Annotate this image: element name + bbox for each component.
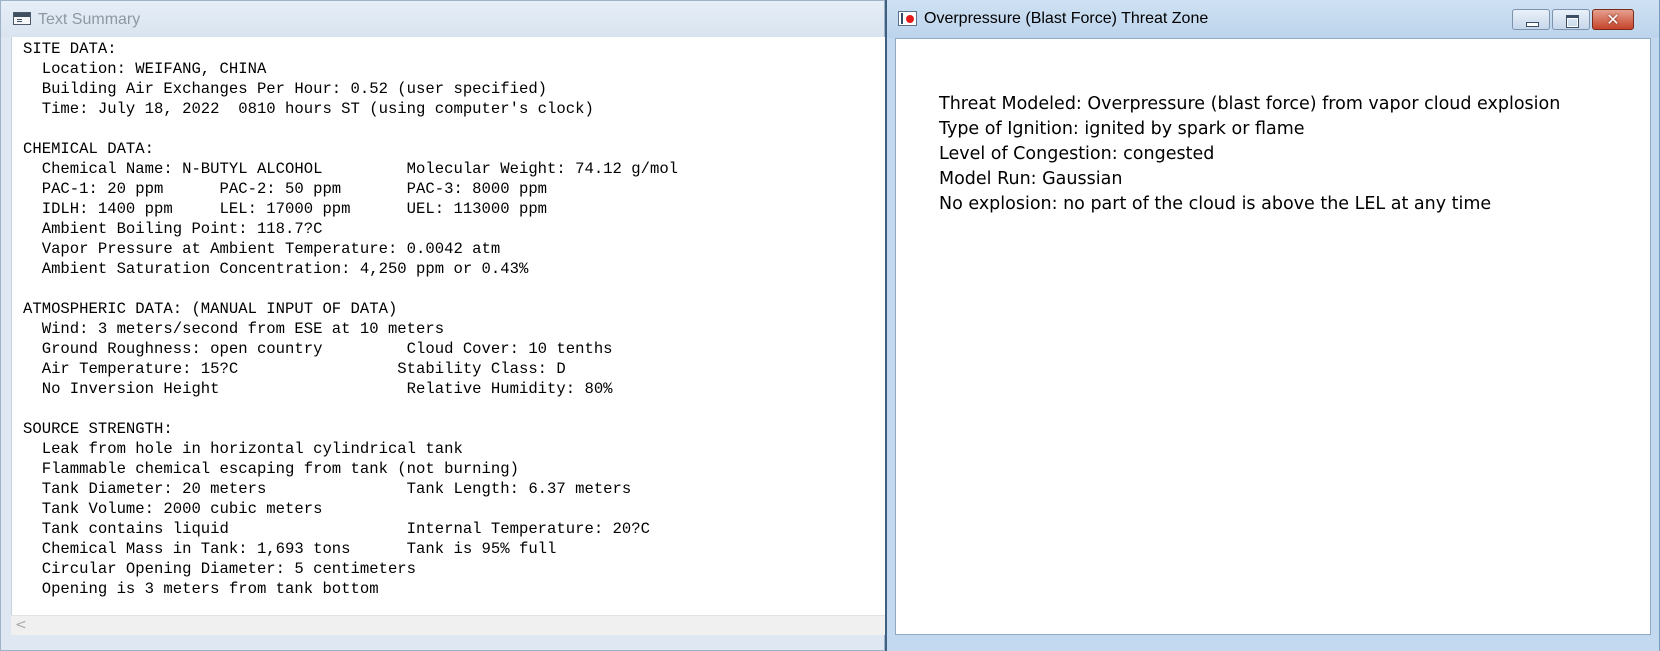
summary-text: SITE DATA: Location: WEIFANG, CHINA Buil…	[23, 39, 678, 599]
summary-line: Vapor Pressure at Ambient Temperature: 0…	[23, 240, 501, 258]
maximize-button[interactable]	[1552, 9, 1590, 30]
summary-line: Circular Opening Diameter: 5 centimeters	[23, 560, 417, 578]
scroll-left-icon[interactable]: <	[15, 617, 27, 633]
summary-line: Time: July 18, 2022 0810 hours ST (using…	[23, 100, 594, 118]
threat-zone-icon[interactable]	[898, 11, 917, 26]
summary-line: Air Temperature: 15?C Stability Class: D	[23, 360, 566, 378]
text-summary-content[interactable]: SITE DATA: Location: WEIFANG, CHINA Buil…	[11, 37, 885, 615]
summary-line: Tank Diameter: 20 meters Tank Length: 6.…	[23, 480, 632, 498]
threat-zone-content: Threat Modeled: Overpressure (blast forc…	[895, 38, 1651, 635]
text-summary-title: Text Summary	[38, 11, 141, 28]
summary-line	[23, 279, 678, 299]
summary-line: Location: WEIFANG, CHINA	[23, 60, 267, 78]
summary-line: Building Air Exchanges Per Hour: 0.52 (u…	[23, 80, 548, 98]
summary-line: No Inversion Height Relative Humidity: 8…	[23, 380, 613, 398]
horizontal-scrollbar[interactable]: <	[11, 615, 885, 635]
threat-line: Model Run: Gaussian	[939, 169, 1123, 189]
summary-line: Tank contains liquid Internal Temperatur…	[23, 520, 650, 538]
summary-line: PAC-1: 20 ppm PAC-2: 50 ppm PAC-3: 8000 …	[23, 180, 548, 198]
summary-line: Opening is 3 meters from tank bottom	[23, 580, 379, 598]
summary-line: ATMOSPHERIC DATA: (MANUAL INPUT OF DATA)	[23, 300, 398, 318]
maximize-icon	[1553, 10, 1589, 29]
threat-line: Threat Modeled: Overpressure (blast forc…	[939, 94, 1561, 114]
close-icon: ✕	[1606, 10, 1620, 29]
summary-line: Chemical Name: N-BUTYL ALCOHOL Molecular…	[23, 160, 679, 178]
threat-zone-window: Overpressure (Blast Force) Threat Zone ✕…	[885, 0, 1660, 651]
threat-zone-titlebar[interactable]: Overpressure (Blast Force) Threat Zone ✕	[887, 0, 1659, 38]
summary-line: Ambient Boiling Point: 118.7?C	[23, 220, 323, 238]
summary-line: Leak from hole in horizontal cylindrical…	[23, 440, 463, 458]
summary-line: Chemical Mass in Tank: 1,693 tons Tank i…	[23, 540, 557, 558]
threat-line: No explosion: no part of the cloud is ab…	[939, 194, 1492, 214]
threat-line: Level of Congestion: congested	[939, 144, 1215, 164]
summary-line	[23, 119, 678, 139]
minimize-button[interactable]	[1512, 9, 1550, 30]
summary-line: Ambient Saturation Concentration: 4,250 …	[23, 260, 529, 278]
text-summary-window: Text Summary SITE DATA: Location: WEIFAN…	[0, 0, 885, 651]
summary-line: Tank Volume: 2000 cubic meters	[23, 500, 323, 518]
summary-line: SOURCE STRENGTH:	[23, 420, 173, 438]
threat-zone-title: Overpressure (Blast Force) Threat Zone	[924, 10, 1209, 27]
summary-line: IDLH: 1400 ppm LEL: 17000 ppm UEL: 11300…	[23, 200, 548, 218]
summary-line	[23, 399, 678, 419]
text-summary-titlebar[interactable]: Text Summary	[1, 1, 884, 37]
summary-line: Flammable chemical escaping from tank (n…	[23, 460, 519, 478]
minimize-icon	[1513, 10, 1549, 29]
summary-line: SITE DATA:	[23, 40, 117, 58]
summary-line: Ground Roughness: open country Cloud Cov…	[23, 340, 613, 358]
threat-line: Type of Ignition: ignited by spark or fl…	[939, 119, 1305, 139]
threat-text: Threat Modeled: Overpressure (blast forc…	[939, 92, 1560, 217]
close-button[interactable]: ✕	[1592, 9, 1634, 30]
summary-line: CHEMICAL DATA:	[23, 140, 155, 158]
text-window-icon[interactable]	[13, 12, 31, 25]
summary-line: Wind: 3 meters/second from ESE at 10 met…	[23, 320, 445, 338]
